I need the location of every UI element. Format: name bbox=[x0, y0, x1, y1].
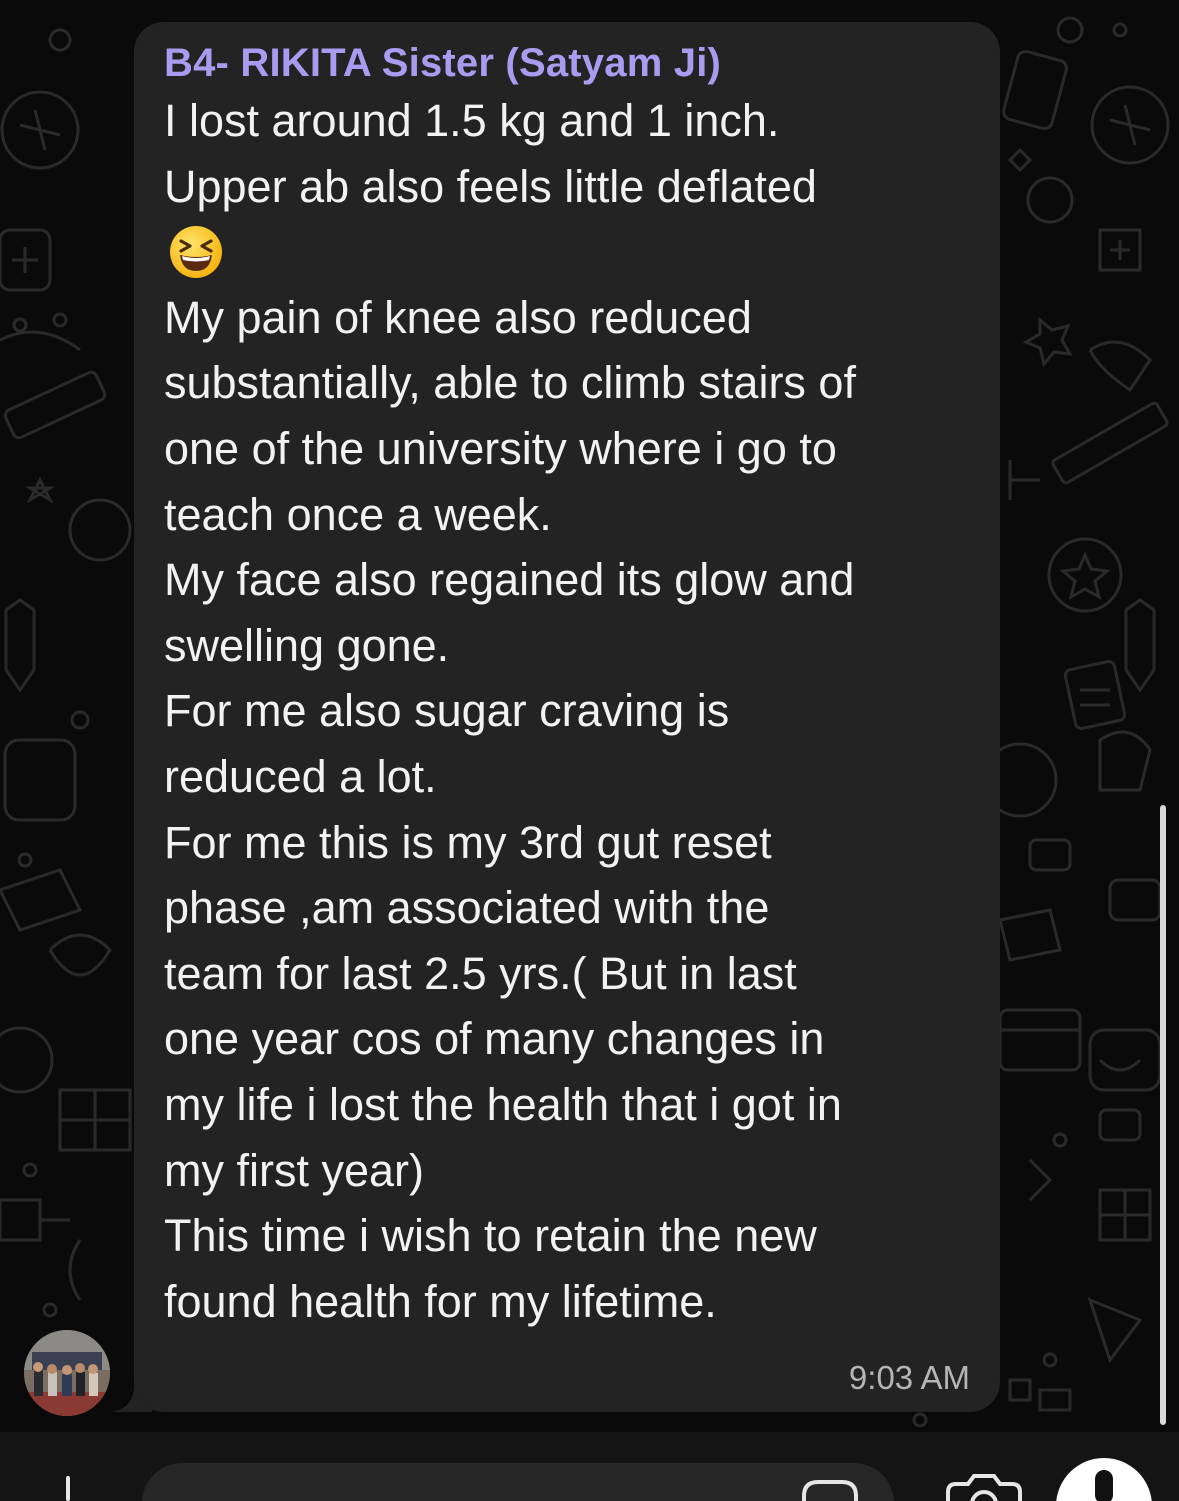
message-line: substantially, able to climb stairs of bbox=[164, 357, 856, 409]
message-line: My pain of knee also reduced bbox=[164, 291, 752, 343]
grinning-squinting-face-icon bbox=[170, 225, 222, 278]
message-line: Upper ab also feels little deflated bbox=[164, 160, 817, 212]
message-line: teach once a week. bbox=[164, 488, 552, 540]
message-line: found health for my lifetime. bbox=[164, 1275, 717, 1327]
message-timestamp: 9:03 AM bbox=[848, 1359, 970, 1396]
emoji-line bbox=[164, 219, 970, 285]
message-line: one year cos of many changes in bbox=[164, 1013, 825, 1065]
avatar-photo bbox=[24, 1330, 110, 1416]
message-line: phase ,am associated with the bbox=[164, 882, 770, 934]
message-bubble[interactable]: B4- RIKITA Sister (Satyam Ji) I lost aro… bbox=[134, 22, 1000, 1412]
message-line: This time i wish to retain the new bbox=[164, 1210, 817, 1262]
chat-screen: B4- RIKITA Sister (Satyam Ji) I lost aro… bbox=[0, 0, 1179, 1501]
message-line: My face also regained its glow and bbox=[164, 554, 855, 606]
message-line: For me also sugar craving is bbox=[164, 685, 730, 737]
chat-scrollbar[interactable] bbox=[1160, 805, 1166, 1425]
message-line: team for last 2.5 yrs.( But in last bbox=[164, 947, 797, 999]
message-line: one of the university where i go to bbox=[164, 422, 837, 474]
message-line: swelling gone. bbox=[164, 619, 450, 671]
camera-icon[interactable] bbox=[944, 1470, 1024, 1501]
microphone-icon bbox=[1095, 1470, 1113, 1501]
message-line: my life i lost the health that i got in bbox=[164, 1078, 842, 1130]
message-input[interactable] bbox=[142, 1463, 894, 1501]
message-line: I lost around 1.5 kg and 1 inch. bbox=[164, 95, 780, 146]
sender-avatar[interactable] bbox=[24, 1330, 110, 1416]
sender-name[interactable]: B4- RIKITA Sister (Satyam Ji) bbox=[164, 38, 970, 88]
plus-icon[interactable] bbox=[66, 1476, 70, 1501]
message-line: my first year) bbox=[164, 1144, 425, 1196]
message-line: reduced a lot. bbox=[164, 750, 437, 802]
sticker-icon[interactable] bbox=[800, 1478, 860, 1501]
message-line: For me this is my 3rd gut reset bbox=[164, 816, 772, 868]
